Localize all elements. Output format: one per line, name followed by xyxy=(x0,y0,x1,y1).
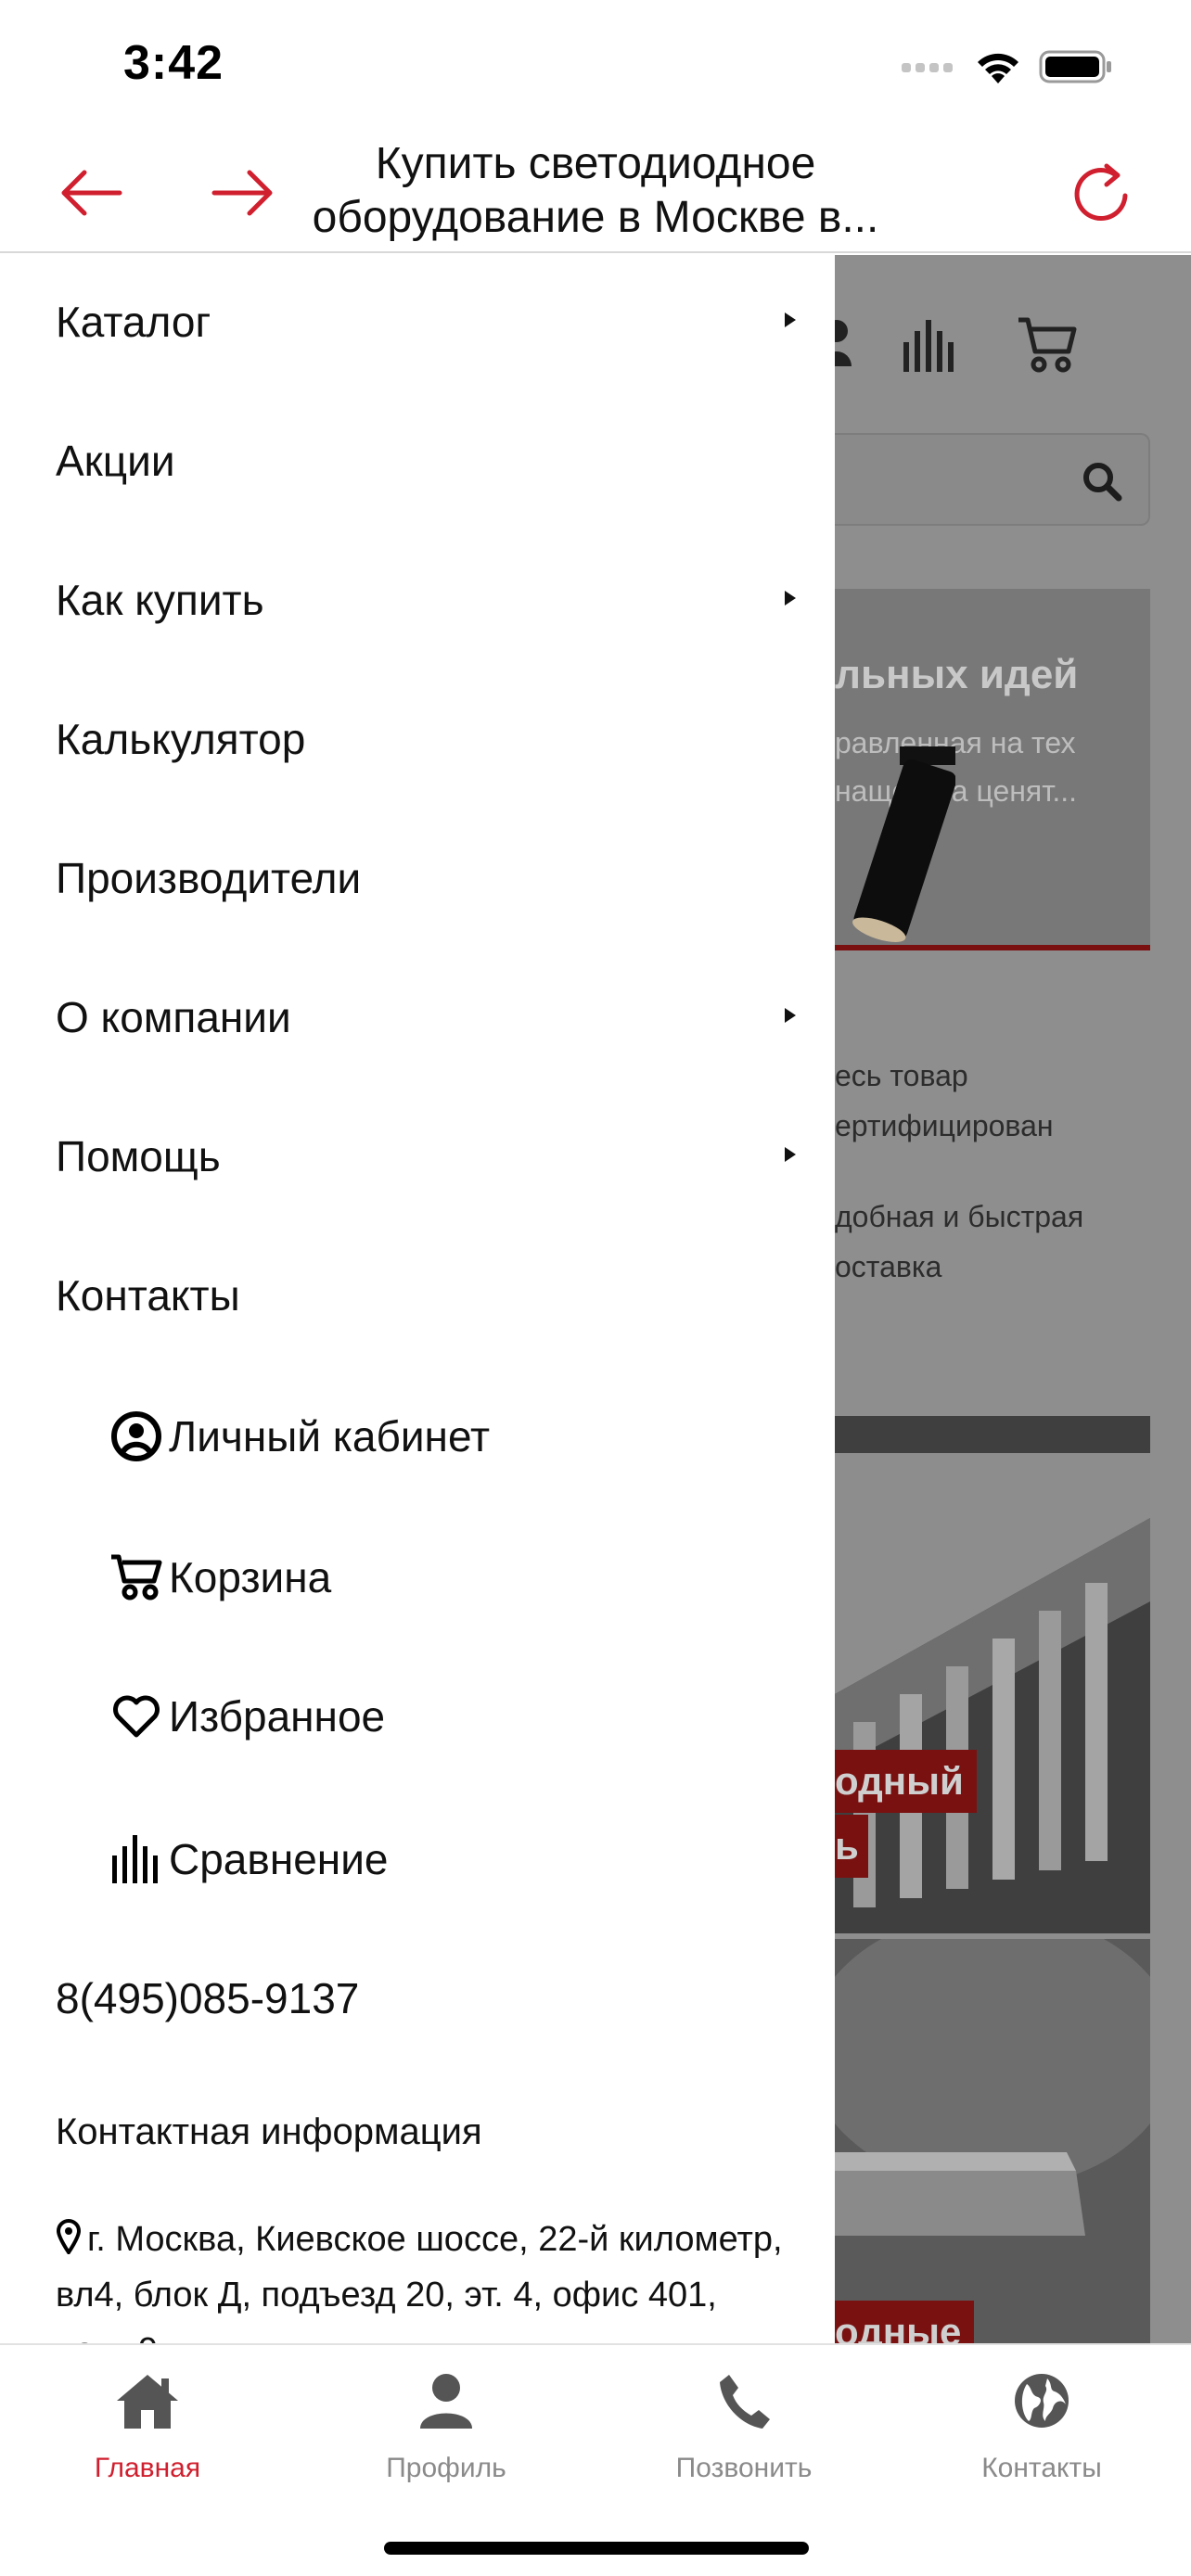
tab-call[interactable]: Позвонить xyxy=(642,2364,846,2503)
address-block: г. Москва, Киевское шоссе, 22-й километр… xyxy=(56,2212,798,2343)
submenu-arrow-icon xyxy=(785,1147,796,1162)
nav-header: Купить светодиодное оборудование в Москв… xyxy=(0,130,1191,253)
menu-item-manufacturers[interactable]: Производители xyxy=(56,832,798,925)
menu-item-contacts[interactable]: Контакты xyxy=(56,1249,798,1342)
background-header-icons xyxy=(835,301,1191,385)
link-personal-account[interactable]: Личный кабинет xyxy=(109,1390,490,1483)
sub-link-label: Избранное xyxy=(169,1692,386,1741)
reload-icon xyxy=(1074,163,1128,221)
back-button[interactable] xyxy=(54,156,128,230)
feature2-line-2: оставка xyxy=(835,1250,942,1283)
tab-profile[interactable]: Профиль xyxy=(344,2364,548,2503)
battery-icon xyxy=(1039,50,1111,83)
page-title: Купить светодиодное оборудование в Москв… xyxy=(312,139,879,242)
forward-button[interactable] xyxy=(206,156,280,230)
lamp-image xyxy=(852,746,955,943)
phone-icon xyxy=(707,2364,781,2438)
search-icon xyxy=(1083,463,1122,502)
home-indicator xyxy=(384,2542,809,2555)
submenu-arrow-icon xyxy=(785,312,796,327)
reload-button[interactable] xyxy=(1065,156,1139,230)
menu-item-label: Контакты xyxy=(56,1271,240,1320)
card-1-label-2: ь xyxy=(835,1815,868,1878)
feature2-line-1: добная и быстрая xyxy=(835,1200,1084,1233)
menu-item-how-to-buy[interactable]: Как купить xyxy=(56,554,798,646)
submenu-arrow-icon xyxy=(785,591,796,606)
menu-item-calculator[interactable]: Калькулятор xyxy=(56,693,798,785)
phone-number: 8(495)085-9137 xyxy=(56,1974,360,2022)
background-search-field[interactable] xyxy=(835,433,1150,526)
status-bar: 3:42 xyxy=(0,0,1191,130)
feature1-line-2: ертифицирован xyxy=(835,1109,1054,1142)
compare-bars-icon xyxy=(109,1832,163,1886)
status-icons xyxy=(902,48,1113,85)
feature-text-2: добная и быстрая оставка xyxy=(835,1192,1083,1292)
background-banner[interactable]: льных идей равленная на тех нащего, а це… xyxy=(835,589,1150,950)
feature1-line-1: есь товар xyxy=(835,1059,968,1092)
signal-icon xyxy=(902,63,953,72)
phone-link[interactable]: 8(495)085-9137 xyxy=(56,1952,798,2045)
tab-label: Контакты xyxy=(981,2453,1102,2483)
user-circle-icon xyxy=(109,1409,163,1463)
heart-icon xyxy=(109,1690,163,1743)
feature-text-1: есь товар ертифицирован xyxy=(835,1051,1054,1151)
link-favorites[interactable]: Избранное xyxy=(109,1670,385,1763)
menu-item-label: Помощь xyxy=(56,1132,221,1180)
tab-label: Профиль xyxy=(386,2453,506,2483)
submenu-arrow-icon xyxy=(785,1008,796,1023)
link-cart[interactable]: Корзина xyxy=(109,1531,331,1624)
menu-item-help[interactable]: Помощь xyxy=(56,1110,798,1203)
lamp-product-image xyxy=(835,1939,1150,2343)
sub-link-label: Корзина xyxy=(169,1553,332,1601)
status-time: 3:42 xyxy=(123,36,224,90)
arrow-right-icon xyxy=(211,170,273,216)
product-card-profile[interactable]: одный ь xyxy=(835,1416,1150,1933)
card-2-label: одные xyxy=(835,2301,975,2343)
tab-label: Позвонить xyxy=(675,2453,813,2483)
globe-icon xyxy=(1005,2364,1079,2438)
wifi-icon xyxy=(978,53,1018,83)
product-card-lamps[interactable]: одные xyxy=(835,1939,1150,2343)
menu-item-about[interactable]: О компании xyxy=(56,971,798,1064)
menu-item-label: Каталог xyxy=(56,298,211,346)
menu-item-label: Производители xyxy=(56,854,362,902)
profile-icon xyxy=(835,320,852,366)
address-text: г. Москва, Киевское шоссе, 22-й километр… xyxy=(56,2220,783,2343)
cart-icon xyxy=(109,1550,163,1604)
aluminium-profile-image xyxy=(835,1416,1150,1933)
home-icon xyxy=(110,2364,185,2438)
cart-icon xyxy=(1018,317,1077,373)
banner-title: льных идей xyxy=(835,652,1079,697)
background-page[interactable]: льных идей равленная на тех нащего, а це… xyxy=(835,255,1191,2343)
compare-bars-icon xyxy=(903,320,954,372)
link-compare[interactable]: Сравнение xyxy=(109,1813,389,1906)
menu-item-catalog[interactable]: Каталог xyxy=(56,275,798,368)
tab-home[interactable]: Главная xyxy=(45,2364,250,2503)
menu-item-label: Акции xyxy=(56,437,175,485)
menu-item-label: Калькулятор xyxy=(56,715,306,763)
contact-info-title: Контактная информация xyxy=(56,2111,482,2152)
tab-label: Главная xyxy=(94,2453,201,2483)
sub-link-label: Личный кабинет xyxy=(169,1412,491,1460)
profile-icon xyxy=(409,2364,483,2438)
map-pin-icon xyxy=(56,2219,82,2256)
tab-contacts[interactable]: Контакты xyxy=(940,2364,1144,2503)
card-1-label: одный xyxy=(835,1750,977,1813)
arrow-left-icon xyxy=(61,170,122,216)
menu-item-promotions[interactable]: Акции xyxy=(56,414,798,507)
menu-item-label: О компании xyxy=(56,993,291,1041)
sub-link-label: Сравнение xyxy=(169,1835,389,1883)
menu-item-label: Как купить xyxy=(56,576,264,624)
side-drawer: Каталог Акции Как купить Калькулятор Про… xyxy=(0,255,835,2343)
